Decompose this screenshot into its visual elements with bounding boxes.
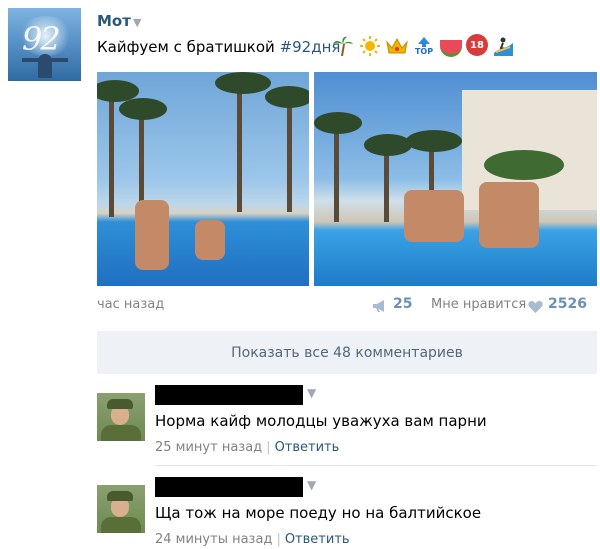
commenter-avatar[interactable] bbox=[97, 393, 145, 441]
comment-time[interactable]: 25 минут назад bbox=[155, 440, 262, 455]
sun-icon bbox=[358, 34, 382, 58]
comment-text: Норма кайф молодцы уважуха вам парни bbox=[155, 412, 487, 430]
palm-trunk bbox=[237, 82, 242, 212]
palm-crown bbox=[215, 72, 271, 94]
emoji-row: TOP 18 bbox=[331, 34, 515, 60]
post-author-name[interactable]: Мот bbox=[97, 12, 131, 30]
chevron-down-icon[interactable]: ▼ bbox=[307, 478, 316, 492]
top-arrow-icon: TOP bbox=[412, 34, 436, 58]
palm-trunk bbox=[334, 132, 339, 222]
palm-trunk bbox=[384, 152, 389, 222]
palm-crown bbox=[119, 98, 167, 120]
no-under-18-icon: 18 bbox=[466, 34, 488, 56]
avatar-cap bbox=[107, 491, 133, 501]
commenter-avatar[interactable] bbox=[97, 485, 145, 533]
person bbox=[135, 200, 169, 270]
post-photo-1[interactable] bbox=[97, 72, 309, 286]
reply-link[interactable]: Ответить bbox=[275, 440, 340, 455]
person bbox=[479, 182, 539, 248]
meta-separator: | bbox=[266, 440, 271, 455]
post-author-avatar[interactable]: 92 bbox=[8, 8, 81, 81]
comment-time[interactable]: 24 минуты назад bbox=[155, 532, 272, 547]
watermelon-slice bbox=[440, 40, 462, 57]
palm-trunk bbox=[287, 102, 292, 212]
chevron-down-icon[interactable]: ▼ bbox=[307, 386, 316, 400]
comment-meta: 25 минут назад | Ответить bbox=[155, 440, 339, 455]
redacted-commenter-name bbox=[155, 477, 303, 497]
meta-separator: | bbox=[276, 532, 281, 547]
palm-crown bbox=[314, 112, 362, 134]
heart-icon[interactable] bbox=[528, 300, 543, 313]
reply-link[interactable]: Ответить bbox=[285, 532, 350, 547]
avatar-number: 92 bbox=[22, 20, 61, 58]
show-all-comments-button[interactable]: Показать все 48 комментариев bbox=[97, 331, 597, 374]
palm-crown bbox=[406, 130, 462, 152]
comment-item: ▼ Ща тож на море поеду но на балтийское … bbox=[97, 477, 597, 549]
share-count[interactable]: 25 bbox=[393, 296, 412, 312]
avatar-body bbox=[101, 425, 141, 441]
post-time[interactable]: час назад bbox=[97, 297, 164, 312]
crown-icon bbox=[385, 34, 409, 58]
palm-crown bbox=[265, 86, 309, 108]
post-text-plain: Кайфуем с братишкой bbox=[97, 38, 280, 56]
palm-tree-icon bbox=[331, 34, 355, 58]
palm-crown bbox=[364, 134, 412, 156]
tree-foliage bbox=[484, 150, 564, 180]
watermelon-icon bbox=[439, 34, 463, 58]
surfer-icon bbox=[491, 34, 515, 58]
post-text: Кайфуем с братишкой #92дня bbox=[97, 38, 340, 56]
post-author[interactable]: Мот ▼ bbox=[97, 12, 141, 30]
like-label[interactable]: Мне нравится bbox=[431, 297, 526, 312]
redacted-commenter-name bbox=[155, 385, 303, 405]
avatar-cap bbox=[107, 399, 133, 409]
comment-meta: 24 минуты назад | Ответить bbox=[155, 532, 350, 547]
chevron-down-icon[interactable]: ▼ bbox=[133, 16, 141, 29]
comment-item: ▼ Норма кайф молодцы уважуха вам парни 2… bbox=[97, 385, 597, 465]
like-count[interactable]: 2526 bbox=[548, 296, 587, 312]
post-photo-2[interactable] bbox=[314, 72, 597, 286]
comment-divider bbox=[155, 465, 597, 466]
person bbox=[404, 190, 464, 242]
person bbox=[195, 220, 225, 260]
megaphone-share-icon[interactable] bbox=[372, 300, 387, 312]
palm-trunk bbox=[109, 92, 114, 217]
comment-text: Ща тож на море поеду но на балтийское bbox=[155, 504, 482, 522]
avatar-figure bbox=[38, 54, 52, 78]
avatar-body bbox=[101, 517, 141, 533]
top-label: TOP bbox=[414, 46, 434, 56]
